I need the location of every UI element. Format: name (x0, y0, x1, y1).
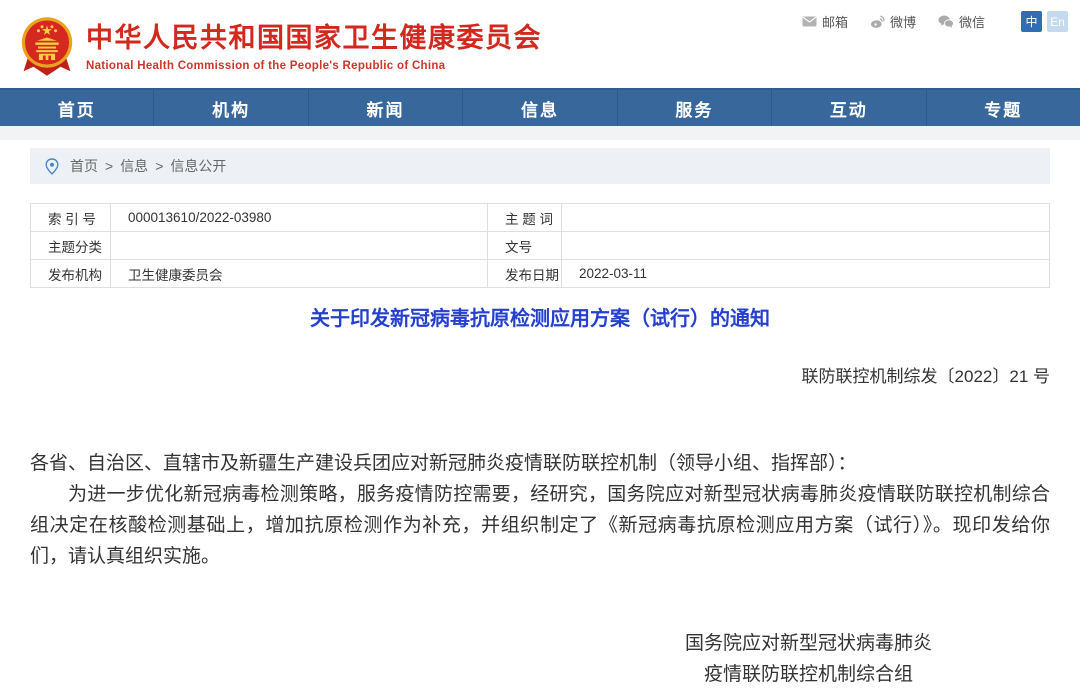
location-pin-icon (45, 158, 59, 175)
weibo-link[interactable]: 微博 (870, 12, 916, 31)
breadcrumb-separator: > (155, 158, 163, 174)
language-switcher: 中 En (1021, 11, 1068, 32)
meta-label-doc-number: 文号 (488, 232, 562, 260)
breadcrumb-info[interactable]: 信息 (120, 156, 148, 176)
table-row: 主题分类 文号 (31, 232, 1050, 260)
lang-zh-button[interactable]: 中 (1021, 11, 1042, 32)
meta-label-publish-date: 发布日期 (488, 260, 562, 288)
nav-item-services[interactable]: 服务 (618, 90, 772, 126)
document-paragraph: 为进一步优化新冠病毒检测策略，服务疫情防控需要，经研究，国务院应对新型冠状病毒肺… (30, 479, 1050, 572)
document-meta-table: 索 引 号 000013610/2022-03980 主 题 词 主题分类 文号… (30, 203, 1050, 288)
document-reference-number: 联防联控机制综发〔2022〕21 号 (30, 365, 1050, 389)
breadcrumb: 首页 > 信息 > 信息公开 (30, 148, 1050, 184)
document-article: 关于印发新冠病毒抗原检测应用方案（试行）的通知 联防联控机制综发〔2022〕21… (0, 305, 1080, 690)
wechat-label: 微信 (959, 12, 985, 31)
meta-label-index-number: 索 引 号 (31, 204, 111, 232)
nav-item-info[interactable]: 信息 (463, 90, 617, 126)
mail-icon (802, 16, 817, 27)
nav-item-news[interactable]: 新闻 (309, 90, 463, 126)
weibo-icon (870, 15, 885, 29)
wechat-link[interactable]: 微信 (938, 12, 985, 31)
header-utilities: 邮箱 微博 微信 中 En (802, 11, 1068, 32)
breadcrumb-separator: > (105, 158, 113, 174)
meta-label-issuing-agency: 发布机构 (31, 260, 111, 288)
nav-bottom-strip (0, 126, 1080, 140)
meta-value-subject-words (562, 204, 1050, 232)
document-title: 关于印发新冠病毒抗原检测应用方案（试行）的通知 (30, 305, 1050, 333)
table-row: 发布机构 卫生健康委员会 发布日期 2022-03-11 (31, 260, 1050, 288)
nav-item-orgs[interactable]: 机构 (154, 90, 308, 126)
lang-en-button[interactable]: En (1047, 11, 1068, 32)
document-body: 各省、自治区、直辖市及新疆生产建设兵团应对新冠肺炎疫情联防联控机制（领导小组、指… (30, 448, 1050, 572)
meta-label-subject-category: 主题分类 (31, 232, 111, 260)
site-subtitle: National Health Commission of the People… (86, 60, 542, 72)
weibo-label: 微博 (890, 12, 916, 31)
document-salutation: 各省、自治区、直辖市及新疆生产建设兵团应对新冠肺炎疫情联防联控机制（领导小组、指… (30, 448, 1050, 479)
nav-item-topics[interactable]: 专题 (927, 90, 1080, 126)
meta-value-index-number: 000013610/2022-03980 (111, 204, 488, 232)
signature-line-1: 国务院应对新型冠状病毒肺炎 (685, 628, 932, 659)
nav-item-home[interactable]: 首页 (0, 90, 154, 126)
site-title-block: 中华人民共和国国家卫生健康委员会 National Health Commiss… (86, 16, 542, 72)
document-signature: 国务院应对新型冠状病毒肺炎 疫情联防联控机制综合组 (30, 628, 1050, 690)
wechat-icon (938, 15, 954, 28)
table-row: 索 引 号 000013610/2022-03980 主 题 词 (31, 204, 1050, 232)
breadcrumb-home[interactable]: 首页 (70, 156, 98, 176)
meta-label-subject-words: 主 题 词 (488, 204, 562, 232)
national-emblem-logo (20, 15, 74, 79)
meta-value-subject-category (111, 232, 488, 260)
main-nav: 首页 机构 新闻 信息 服务 互动 专题 (0, 88, 1080, 126)
mail-label: 邮箱 (822, 12, 848, 31)
nav-item-interaction[interactable]: 互动 (772, 90, 926, 126)
meta-value-issuing-agency: 卫生健康委员会 (111, 260, 488, 288)
mail-link[interactable]: 邮箱 (802, 12, 848, 31)
breadcrumb-info-disclosure: 信息公开 (170, 156, 226, 176)
site-title: 中华人民共和国国家卫生健康委员会 (86, 16, 542, 55)
meta-value-publish-date: 2022-03-11 (562, 260, 1050, 288)
meta-value-doc-number (562, 232, 1050, 260)
signature-line-2: 疫情联防联控机制综合组 (685, 659, 932, 690)
site-header: 中华人民共和国国家卫生健康委员会 National Health Commiss… (0, 0, 1080, 88)
